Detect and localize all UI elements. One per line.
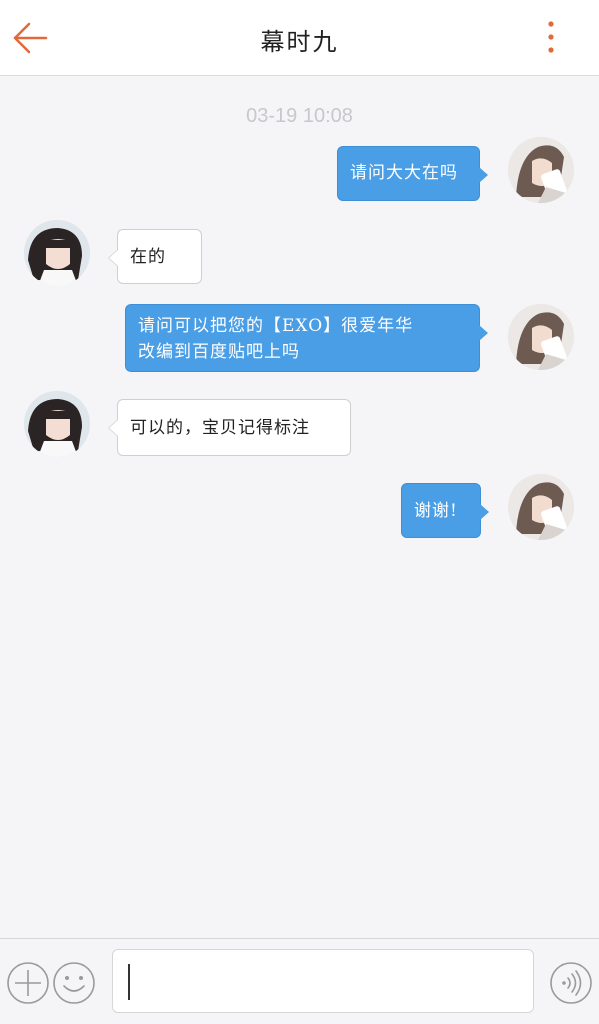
avatar-contact-icon xyxy=(24,391,90,457)
voice-icon xyxy=(550,962,592,1004)
avatar-contact-icon xyxy=(24,220,90,286)
bubble-tail xyxy=(479,167,488,183)
avatar-self[interactable] xyxy=(508,137,574,203)
bubble-tail xyxy=(109,250,118,266)
message-bubble-outgoing[interactable]: 请问大大在吗 xyxy=(337,146,488,201)
message-text: 谢谢! xyxy=(414,501,458,521)
message-text-line-2: 改编到百度贴吧上吗 xyxy=(138,342,300,362)
avatar-contact[interactable] xyxy=(24,391,90,457)
message-timestamp: 03-19 10:08 xyxy=(246,105,353,127)
smiley-icon xyxy=(53,962,95,1004)
message-input[interactable] xyxy=(112,949,534,1013)
message-bubble-outgoing[interactable]: 谢谢! xyxy=(401,483,489,538)
bubble-tail xyxy=(480,504,489,520)
avatar-self-icon xyxy=(508,304,574,370)
bubble-tail xyxy=(479,325,488,341)
avatar-self-icon xyxy=(508,474,574,540)
message-text: 请问大大在吗 xyxy=(350,163,458,183)
message-text-line-1: 请问可以把您的【EXO】很爱年华 xyxy=(138,316,414,336)
avatar-self-icon xyxy=(508,137,574,203)
bubble-tail xyxy=(109,420,118,436)
voice-button[interactable] xyxy=(549,961,593,1005)
chat-title: 幕时九 xyxy=(260,28,339,56)
message-input-bar xyxy=(0,938,599,1024)
avatar-contact[interactable] xyxy=(24,220,90,286)
message-text: 在的 xyxy=(130,247,166,267)
add-button[interactable] xyxy=(6,961,50,1005)
more-vertical-icon xyxy=(548,21,554,53)
more-button[interactable] xyxy=(541,18,561,58)
message-bubble-outgoing[interactable]: 请问可以把您的【EXO】很爱年华 改编到百度贴吧上吗 xyxy=(125,304,488,372)
chat-header: 幕时九 xyxy=(0,0,599,76)
text-caret xyxy=(128,964,130,1000)
plus-circle-icon xyxy=(7,962,49,1004)
message-bubble-incoming[interactable]: 可以的，宝贝记得标注 xyxy=(108,399,351,456)
avatar-self[interactable] xyxy=(508,304,574,370)
emoji-button[interactable] xyxy=(52,961,96,1005)
message-bubble-incoming[interactable]: 在的 xyxy=(108,229,202,284)
avatar-self[interactable] xyxy=(508,474,574,540)
message-text: 可以的，宝贝记得标注 xyxy=(130,418,310,438)
